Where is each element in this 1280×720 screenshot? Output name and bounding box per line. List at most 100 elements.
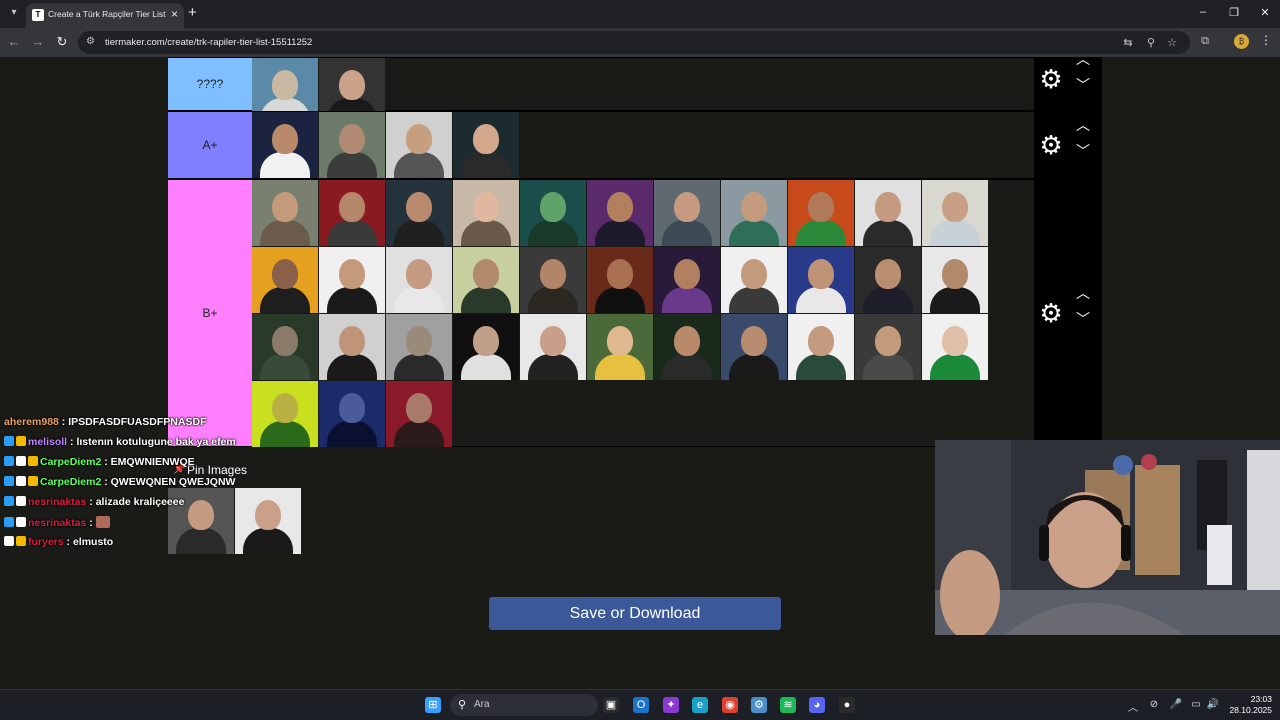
zoom-icon[interactable]: ⚲	[1144, 36, 1158, 49]
tab-close-icon[interactable]: ×	[171, 7, 178, 21]
move-up-chevron-icon[interactable]: ︿	[1074, 118, 1092, 132]
move-up-chevron-icon[interactable]: ︿	[1074, 57, 1092, 66]
copilot-icon[interactable]: ✦	[663, 697, 679, 713]
tier-image[interactable]	[788, 247, 854, 313]
network-off-icon[interactable]: ⊘	[1147, 699, 1161, 710]
tier-image[interactable]	[453, 180, 519, 246]
tier-image[interactable]	[252, 314, 318, 380]
tier-image[interactable]	[788, 314, 854, 380]
back-icon[interactable]: ←	[6, 34, 22, 50]
tier-settings-gear-icon[interactable]: ⚙	[1038, 66, 1064, 92]
tier-label[interactable]: B+	[168, 180, 252, 446]
tier-image[interactable]	[386, 247, 452, 313]
bookmark-star-icon[interactable]: ☆	[1165, 36, 1179, 49]
tier-image[interactable]	[922, 180, 988, 246]
tier-image[interactable]	[587, 247, 653, 313]
close-window-icon[interactable]: ✕	[1255, 6, 1275, 19]
image-body-shape	[662, 220, 712, 246]
move-up-chevron-icon[interactable]: ︿	[1074, 286, 1092, 300]
tier-image[interactable]	[319, 180, 385, 246]
tier-image[interactable]	[453, 247, 519, 313]
reload-icon[interactable]: ↻	[54, 34, 70, 50]
tier-row-b-plus: B+ ⚙ ︿ ﹀	[168, 179, 1102, 447]
tier-image[interactable]	[855, 247, 921, 313]
tier-image[interactable]	[252, 247, 318, 313]
tier-image[interactable]	[587, 314, 653, 380]
new-tab-button[interactable]: +	[188, 5, 197, 21]
save-or-download-button[interactable]: Save or Download	[489, 597, 781, 630]
tier-image[interactable]	[386, 314, 452, 380]
microphone-icon[interactable]: 🎤	[1169, 699, 1183, 710]
tier-image[interactable]	[922, 314, 988, 380]
tier-image[interactable]	[252, 112, 318, 178]
tier-image[interactable]	[520, 180, 586, 246]
browser-toolbar: ← → ↻ ⚙ tiermaker.com/create/trk-rapiler…	[0, 28, 1280, 57]
active-tab[interactable]: T Create a Türk Rapçiler Tier List ×	[26, 3, 184, 28]
translate-icon[interactable]: ⇆	[1121, 36, 1135, 49]
spotify-icon[interactable]: ≋	[780, 697, 796, 713]
tier-image[interactable]	[855, 314, 921, 380]
tier-image[interactable]	[721, 314, 787, 380]
tier-image[interactable]	[319, 112, 385, 178]
tier-image[interactable]	[252, 381, 318, 447]
taskbar-search[interactable]: ⚲ Ara	[450, 694, 598, 716]
tier-label[interactable]: ????	[168, 58, 252, 110]
pin-images-label[interactable]: Pin Images	[187, 463, 247, 477]
tab-search-icon[interactable]: ▾	[6, 5, 22, 21]
volume-icon[interactable]: 🔊	[1206, 699, 1220, 710]
settings-app-icon[interactable]: ⚙	[751, 697, 767, 713]
obs-icon[interactable]: ●	[839, 697, 855, 713]
menu-kebab-icon[interactable]: ⋮	[1260, 33, 1272, 47]
outlook-icon[interactable]: O	[633, 697, 649, 713]
tier-image[interactable]	[654, 247, 720, 313]
display-icon[interactable]: ▭	[1189, 699, 1203, 710]
move-down-chevron-icon[interactable]: ﹀	[1074, 144, 1092, 158]
profile-avatar[interactable]: ₿	[1234, 34, 1249, 49]
move-down-chevron-icon[interactable]: ﹀	[1074, 312, 1092, 326]
tier-image[interactable]	[520, 314, 586, 380]
tier-image[interactable]	[319, 314, 385, 380]
tier-image[interactable]	[235, 488, 301, 554]
tier-image[interactable]	[654, 180, 720, 246]
tier-image[interactable]	[520, 247, 586, 313]
tray-overflow-chevron-icon[interactable]: ︿	[1126, 699, 1140, 714]
tier-image[interactable]	[319, 247, 385, 313]
task-view-icon[interactable]: ▣	[603, 697, 619, 713]
url-text[interactable]: tiermaker.com/create/trk-rapiler-tier-li…	[105, 37, 312, 48]
tier-image[interactable]	[654, 314, 720, 380]
site-info-icon[interactable]: ⚙	[86, 36, 95, 47]
tier-image[interactable]	[319, 381, 385, 447]
system-clock[interactable]: 23:03 28.10.2025	[1222, 694, 1272, 716]
edge-icon[interactable]: e	[692, 697, 708, 713]
tier-image[interactable]	[922, 247, 988, 313]
restore-icon[interactable]: ❐	[1224, 6, 1244, 19]
tier-image[interactable]	[788, 180, 854, 246]
tier-image[interactable]	[386, 180, 452, 246]
tier-image[interactable]	[587, 180, 653, 246]
windows-start-icon[interactable]: ⊞	[425, 697, 441, 713]
tier-image[interactable]	[721, 247, 787, 313]
tier-image[interactable]	[386, 381, 452, 447]
image-head-shape	[406, 192, 432, 222]
extensions-icon[interactable]: ⧉	[1198, 35, 1212, 48]
forward-icon[interactable]: →	[30, 34, 46, 50]
image-body-shape	[528, 287, 578, 313]
address-bar[interactable]: ⚙ tiermaker.com/create/trk-rapiler-tier-…	[78, 31, 1190, 54]
tier-image[interactable]	[855, 180, 921, 246]
chat-badge-icon	[28, 476, 38, 486]
image-body-shape	[327, 287, 377, 313]
discord-icon[interactable]: ◕	[809, 697, 825, 713]
tier-image[interactable]	[453, 112, 519, 178]
tier-image[interactable]	[453, 314, 519, 380]
image-head-shape	[188, 500, 214, 530]
tier-image[interactable]	[252, 180, 318, 246]
tier-image[interactable]	[721, 180, 787, 246]
tier-label[interactable]: A+	[168, 112, 252, 178]
tier-settings-gear-icon[interactable]: ⚙	[1038, 300, 1064, 326]
image-head-shape	[473, 124, 499, 154]
tier-settings-gear-icon[interactable]: ⚙	[1038, 132, 1064, 158]
minimize-icon[interactable]: –	[1193, 6, 1213, 18]
tier-image[interactable]	[386, 112, 452, 178]
move-down-chevron-icon[interactable]: ﹀	[1074, 78, 1092, 92]
chrome-icon[interactable]: ◉	[722, 697, 738, 713]
